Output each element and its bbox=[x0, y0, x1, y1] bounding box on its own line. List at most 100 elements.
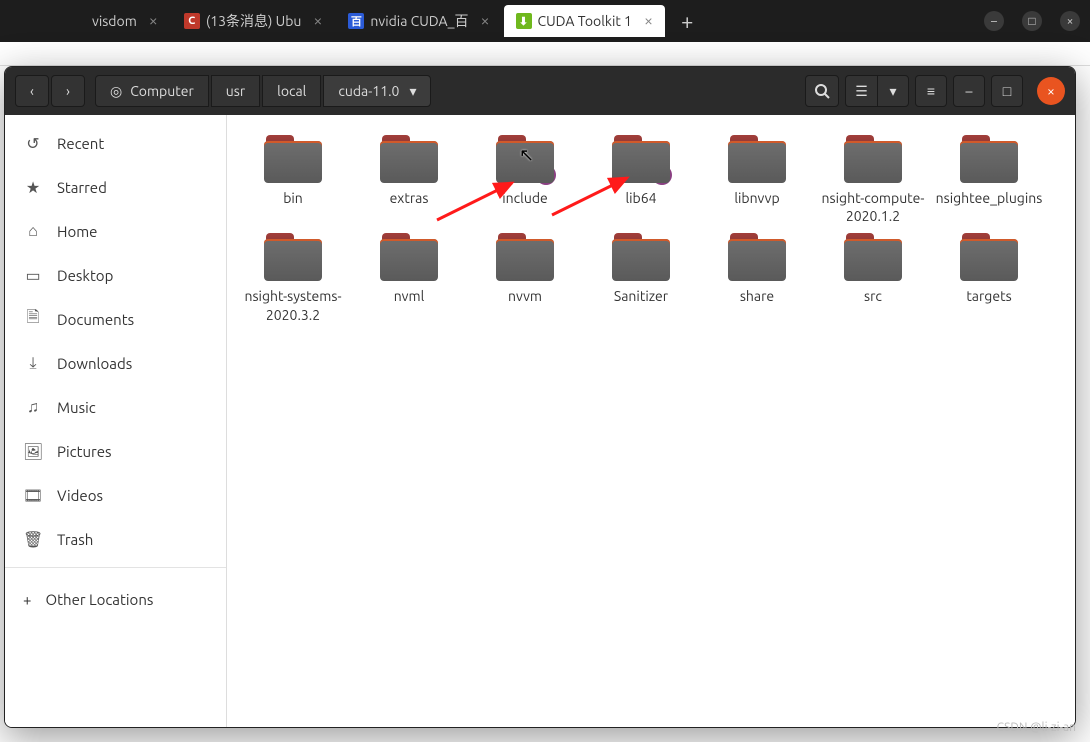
folder-icon bbox=[612, 233, 670, 281]
folder-item[interactable]: nvml bbox=[353, 233, 465, 327]
sidebar-item-other-locations[interactable]: + Other Locations bbox=[5, 574, 226, 624]
back-button[interactable]: ‹ bbox=[15, 75, 49, 107]
minimize-button[interactable]: – bbox=[953, 75, 985, 107]
trash-icon: 🗑 bbox=[23, 530, 43, 549]
sidebar-item-pictures[interactable]: 🖼Pictures bbox=[5, 429, 226, 473]
sidebar-item-videos[interactable]: 🎞Videos bbox=[5, 473, 226, 517]
headerbar: ‹ › ◎ Computer usr local cuda-11.0 ▾ ☰ ▾… bbox=[5, 67, 1075, 115]
sidebar-item-starred[interactable]: ★ Starred bbox=[5, 165, 226, 209]
path-segment[interactable]: local bbox=[262, 75, 321, 107]
folder-icon bbox=[264, 233, 322, 281]
search-button[interactable] bbox=[805, 75, 839, 107]
folder-item[interactable]: Sanitizer bbox=[585, 233, 697, 327]
folder-item[interactable]: libnvvp bbox=[701, 135, 813, 229]
browser-tab[interactable]: 百 nvidia CUDA_百 × bbox=[336, 5, 501, 37]
sidebar-item-label: Documents bbox=[57, 311, 134, 328]
browser-window-controls: – □ × bbox=[984, 11, 1080, 31]
sidebar-item-label: Other Locations bbox=[45, 591, 153, 608]
chevron-down-icon: ▾ bbox=[409, 83, 416, 100]
close-icon[interactable]: × bbox=[149, 12, 158, 30]
symlink-badge-icon: ↗ bbox=[652, 165, 672, 185]
path-segment-root[interactable]: ◎ Computer bbox=[95, 75, 209, 107]
folder-item[interactable]: share bbox=[701, 233, 813, 327]
annotation-arrow bbox=[547, 170, 637, 224]
path-label: local bbox=[277, 83, 306, 99]
sidebar-item-recent[interactable]: ↺Recent bbox=[5, 121, 226, 165]
folder-label: targets bbox=[966, 287, 1011, 305]
folder-item[interactable]: bin bbox=[237, 135, 349, 229]
recent-icon: ↺ bbox=[23, 134, 43, 153]
tab-title: visdom bbox=[92, 13, 137, 29]
path-label: usr bbox=[226, 83, 245, 99]
folder-item[interactable]: src bbox=[817, 233, 929, 327]
folder-label: nsight-systems-2020.3.2 bbox=[237, 287, 349, 323]
path-label: cuda-11.0 bbox=[338, 83, 399, 99]
sidebar-item-downloads[interactable]: ⤓ Downloads bbox=[5, 341, 226, 385]
folder-item[interactable]: nsightee_plugins bbox=[933, 135, 1045, 229]
sidebar-item-label: Music bbox=[57, 399, 96, 416]
folder-icon bbox=[380, 135, 438, 183]
tab-title: nvidia CUDA_百 bbox=[370, 11, 468, 31]
maximize-button[interactable]: □ bbox=[1022, 11, 1042, 31]
close-button[interactable]: × bbox=[1037, 77, 1065, 105]
close-icon[interactable]: × bbox=[313, 12, 322, 30]
music-icon: ♫ bbox=[23, 398, 43, 417]
maximize-button[interactable]: □ bbox=[991, 75, 1023, 107]
browser-tab[interactable]: visdom × bbox=[80, 5, 170, 37]
folder-item[interactable]: nvvm bbox=[469, 233, 581, 327]
sidebar-item-desktop[interactable]: ▭ Desktop bbox=[5, 253, 226, 297]
sidebar-item-documents[interactable]: 🗎Documents bbox=[5, 297, 226, 341]
folder-icon bbox=[844, 135, 902, 183]
minimize-button[interactable]: – bbox=[984, 11, 1004, 31]
sidebar-item-label: Home bbox=[57, 223, 97, 240]
sidebar-item-label: Starred bbox=[57, 179, 107, 196]
pictures-icon: 🖼 bbox=[23, 442, 43, 461]
view-options-button[interactable]: ▾ bbox=[877, 75, 909, 107]
sidebar-item-trash[interactable]: 🗑 Trash bbox=[5, 517, 226, 561]
path-label: Computer bbox=[130, 83, 194, 99]
folder-label: nvml bbox=[394, 287, 425, 305]
tab-title: (13条消息) Ubu bbox=[206, 11, 302, 31]
folder-label: share bbox=[740, 287, 774, 305]
path-segment[interactable]: usr bbox=[211, 75, 260, 107]
sidebar-item-music[interactable]: ♫ Music bbox=[5, 385, 226, 429]
pathbar: ◎ Computer usr local cuda-11.0 ▾ bbox=[95, 75, 431, 107]
close-icon[interactable]: × bbox=[644, 12, 653, 30]
folder-icon bbox=[728, 233, 786, 281]
file-grid[interactable]: binextras↗include↗lib64libnvvpnsight-com… bbox=[227, 115, 1075, 727]
forward-button[interactable]: › bbox=[51, 75, 85, 107]
desktop-icon: ▭ bbox=[23, 266, 43, 285]
folder-icon bbox=[380, 233, 438, 281]
path-segment-current[interactable]: cuda-11.0 ▾ bbox=[323, 75, 431, 107]
folder-icon bbox=[496, 233, 554, 281]
folder-label: nsightee_plugins bbox=[936, 189, 1043, 207]
separator bbox=[5, 567, 226, 568]
folder-icon bbox=[960, 233, 1018, 281]
browser-tab[interactable]: C (13条消息) Ubu × bbox=[172, 5, 335, 37]
nav-buttons: ‹ › bbox=[15, 75, 85, 107]
sidebar-item-label: Downloads bbox=[57, 355, 132, 372]
plus-icon: + bbox=[23, 591, 31, 608]
folder-icon bbox=[264, 135, 322, 183]
browser-toolbar-sliver bbox=[0, 42, 1090, 66]
sidebar-item-home[interactable]: ⌂Home bbox=[5, 209, 226, 253]
folder-item[interactable]: nsight-systems-2020.3.2 bbox=[237, 233, 349, 327]
folder-label: src bbox=[864, 287, 882, 305]
new-tab-button[interactable]: + bbox=[667, 9, 707, 34]
sidebar-item-label: Desktop bbox=[57, 267, 113, 284]
hamburger-menu-button[interactable]: ≡ bbox=[915, 75, 947, 107]
folder-label: nsight-compute-2020.1.2 bbox=[817, 189, 929, 225]
close-icon[interactable]: × bbox=[480, 12, 489, 30]
downloads-icon: ⤓ bbox=[23, 354, 43, 373]
star-icon: ★ bbox=[23, 178, 43, 197]
tab-title: CUDA Toolkit 1 bbox=[538, 13, 632, 29]
sidebar-item-label: Trash bbox=[57, 531, 93, 548]
folder-item[interactable]: targets bbox=[933, 233, 1045, 327]
annotation-arrow bbox=[432, 175, 522, 229]
folder-item[interactable]: nsight-compute-2020.1.2 bbox=[817, 135, 929, 229]
close-button[interactable]: × bbox=[1060, 11, 1080, 31]
folder-label: extras bbox=[390, 189, 429, 207]
browser-tab-active[interactable]: ⬇ CUDA Toolkit 1 × bbox=[504, 5, 665, 37]
view-list-button[interactable]: ☰ bbox=[845, 75, 877, 107]
folder-icon bbox=[844, 233, 902, 281]
